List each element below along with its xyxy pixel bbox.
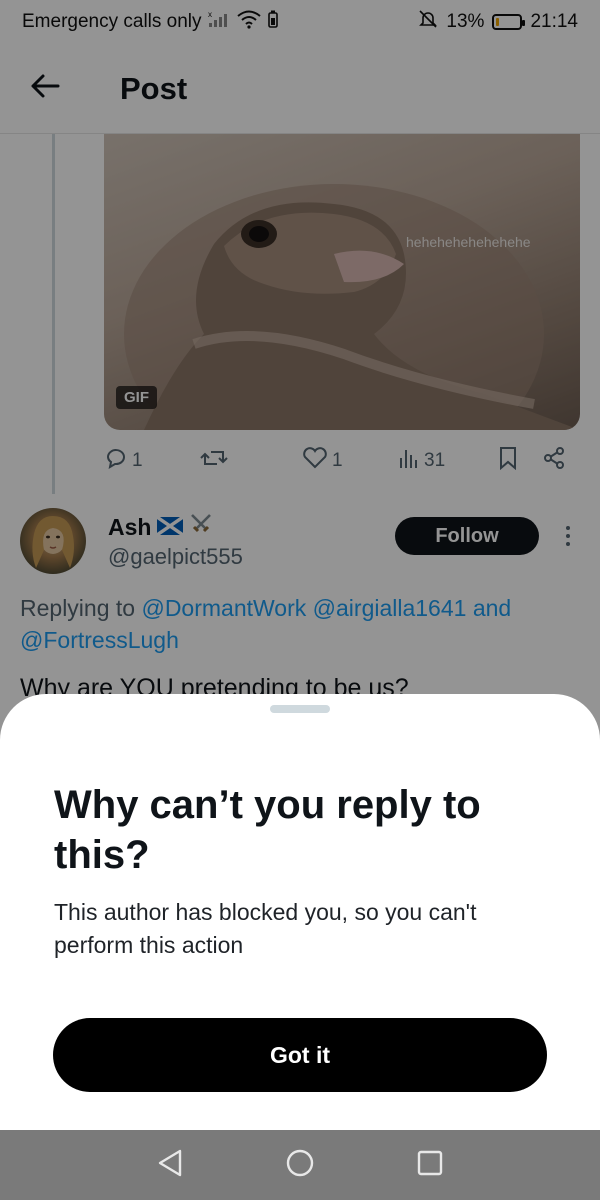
post-screen: Emergency calls only x 13% 21:14 Post he…: [0, 0, 600, 1200]
got-it-button[interactable]: Got it: [53, 1018, 547, 1092]
sheet-message: This author has blocked you, so you can'…: [54, 899, 477, 958]
sheet-title: Why can’t you reply to this?: [54, 783, 481, 877]
nav-back-button[interactable]: [153, 1148, 187, 1182]
system-navigation-bar: [0, 1130, 600, 1200]
square-recents-icon: [416, 1149, 444, 1182]
blocked-reply-sheet: Why can’t you reply to this? This author…: [0, 694, 600, 1130]
sheet-drag-handle[interactable]: [270, 705, 330, 713]
nav-home-button[interactable]: [283, 1148, 317, 1182]
nav-recents-button[interactable]: [413, 1148, 447, 1182]
triangle-back-icon: [156, 1148, 184, 1183]
circle-home-icon: [285, 1148, 315, 1183]
